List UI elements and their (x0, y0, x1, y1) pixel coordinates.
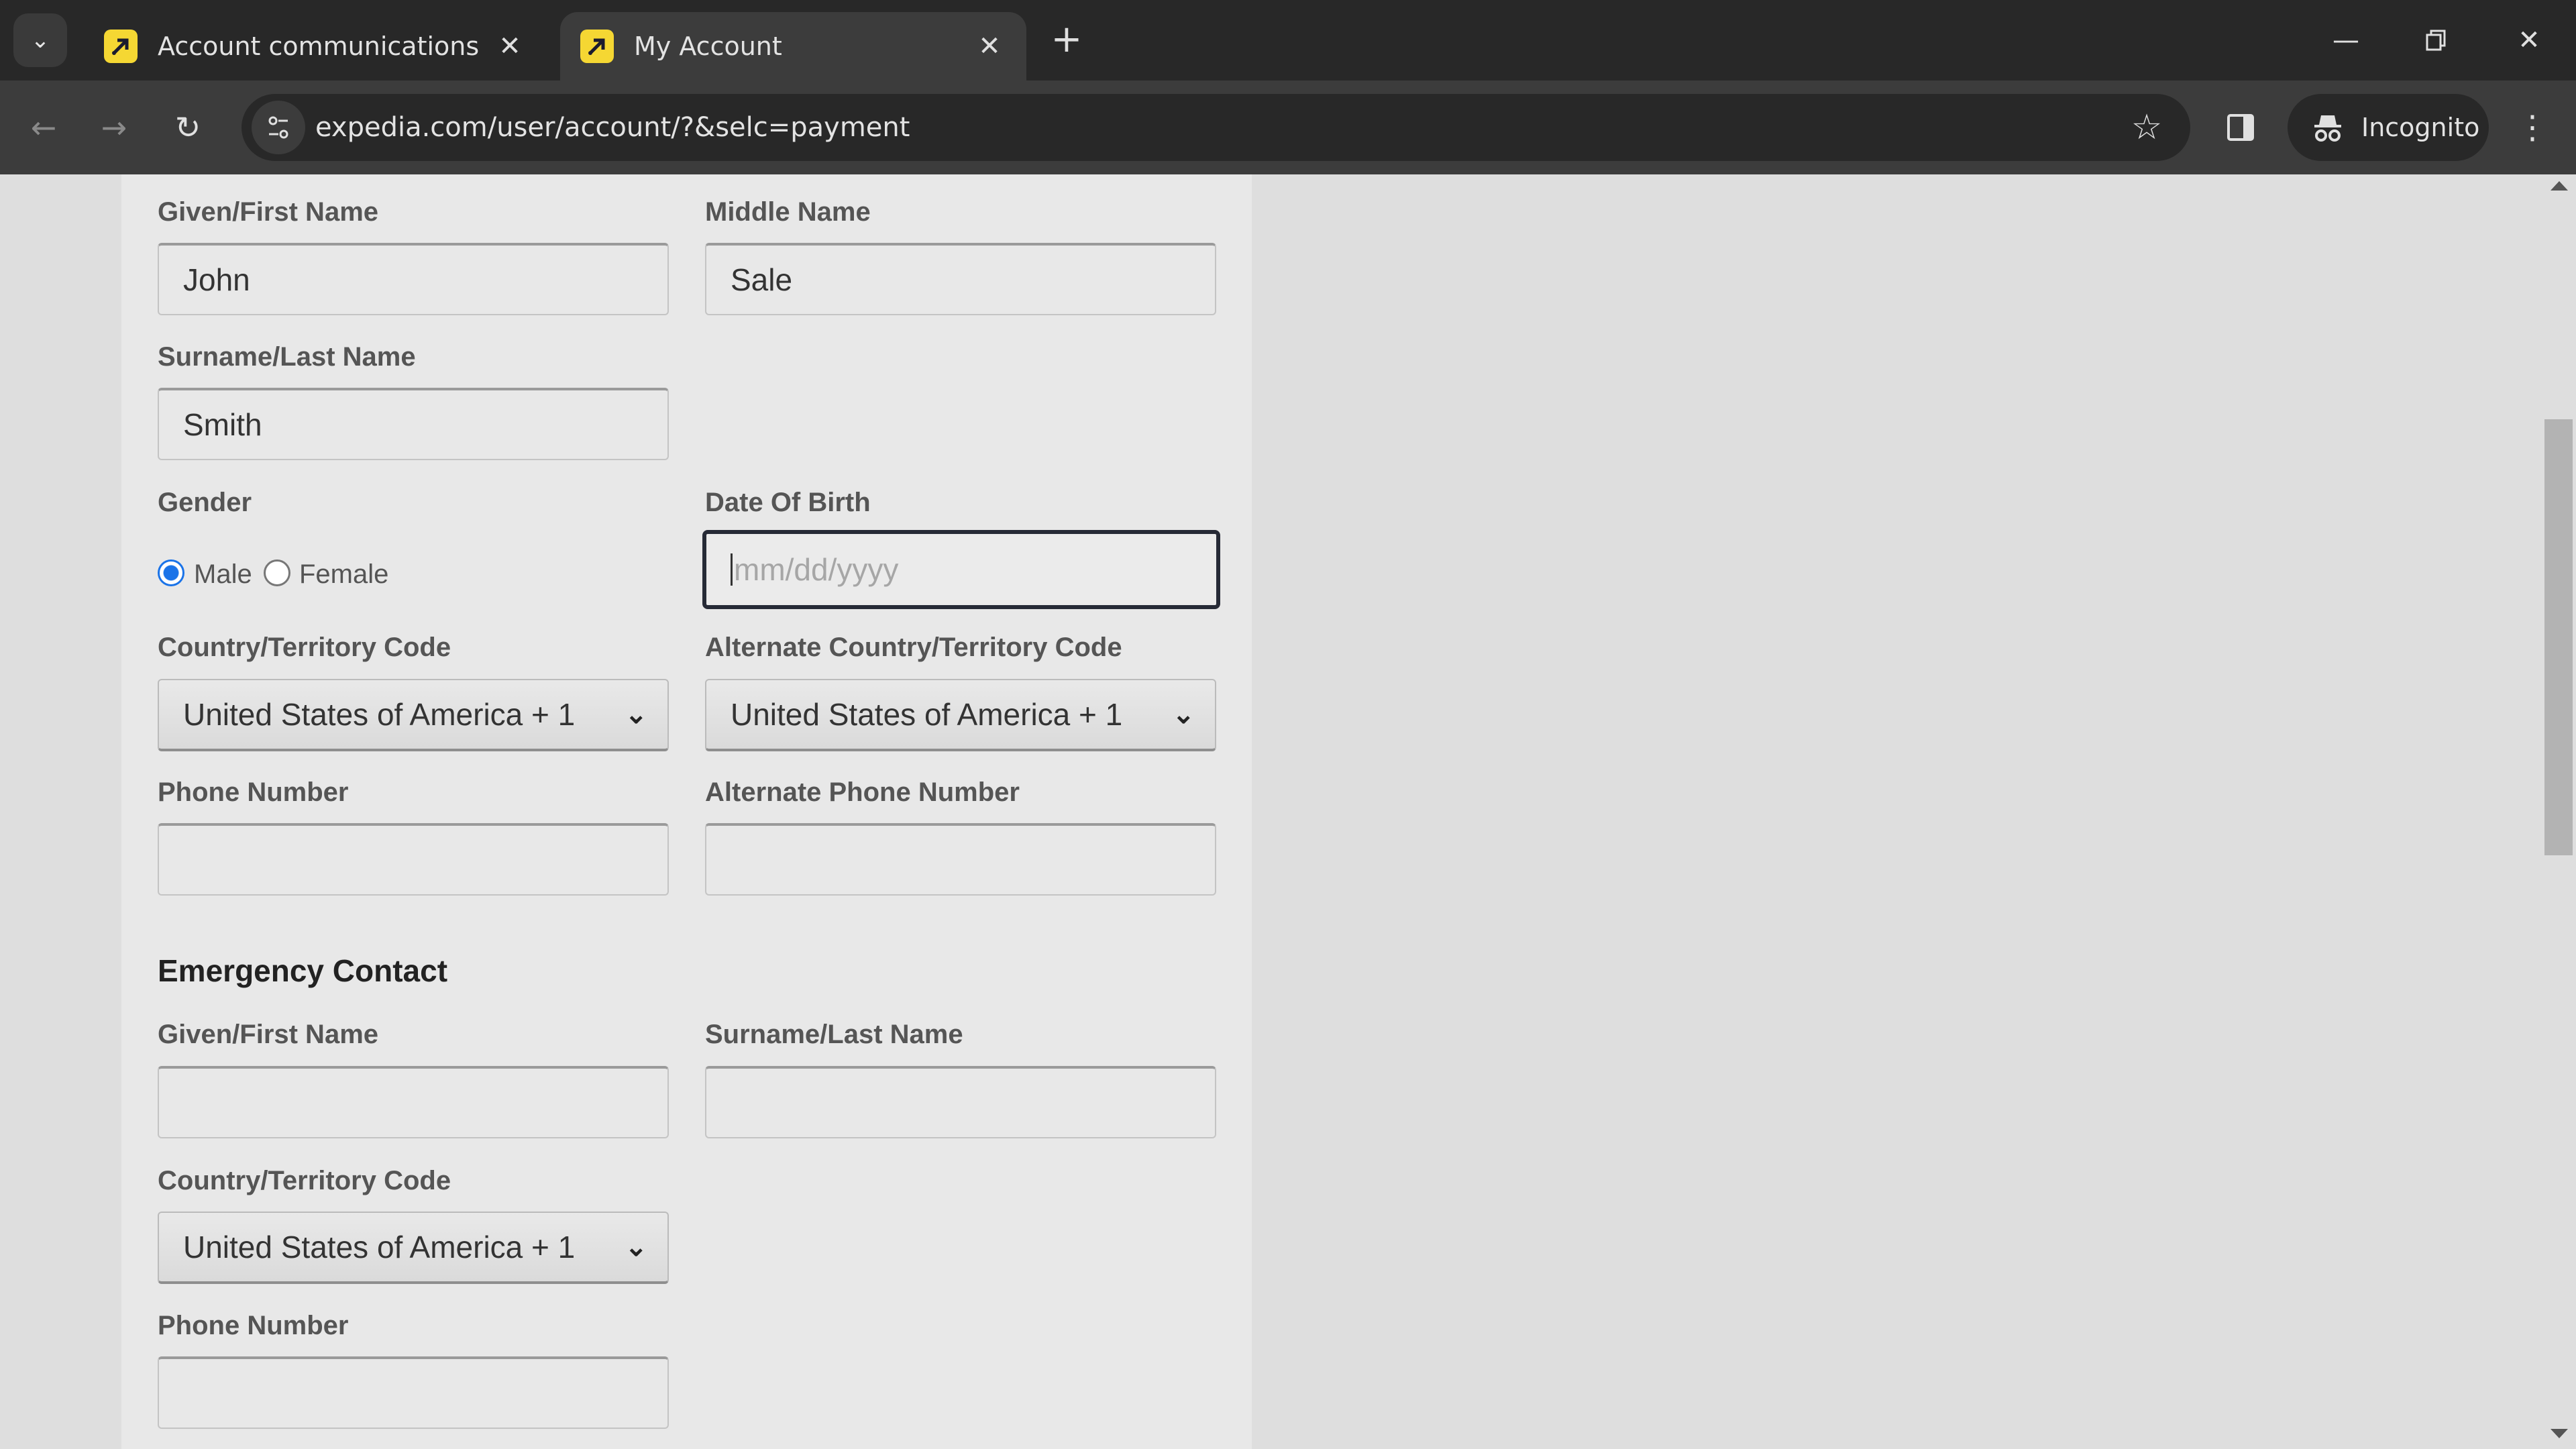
emergency-contact-heading: Emergency Contact (158, 953, 448, 988)
country-code-value: United States of America + 1 (183, 697, 576, 732)
chevron-down-icon: ⌄ (625, 1232, 647, 1262)
middle-name-input[interactable]: Sale (705, 243, 1216, 315)
vertical-scrollbar[interactable] (2542, 174, 2576, 1449)
first-name-input[interactable]: John (158, 243, 669, 315)
phone-label: Phone Number (158, 777, 349, 807)
dob-input[interactable]: mm/dd/yyyy (702, 530, 1220, 609)
side-panel-button[interactable] (2214, 101, 2267, 154)
tab-search-button[interactable]: ⌄ (13, 13, 67, 67)
close-window-button[interactable]: ✕ (2496, 13, 2563, 67)
new-tab-button[interactable]: + (1046, 17, 1087, 61)
url-text[interactable]: expedia.com/user/account/?&selc=payment (315, 107, 910, 148)
emergency-last-name-label: Surname/Last Name (705, 1020, 963, 1049)
bookmark-star-icon[interactable]: ☆ (2120, 101, 2174, 154)
tune-icon (268, 116, 288, 139)
close-icon: ✕ (2518, 25, 2540, 56)
alt-country-code-select[interactable]: United States of America + 1 ⌄ (705, 679, 1216, 751)
chevron-down-icon: ⌄ (30, 28, 50, 53)
gender-female-label[interactable]: Female (299, 559, 388, 590)
incognito-indicator[interactable]: Incognito (2288, 94, 2489, 161)
restore-icon (2426, 30, 2446, 51)
emergency-country-code-select[interactable]: United States of America + 1 ⌄ (158, 1212, 669, 1284)
alt-country-code-value: United States of America + 1 (731, 697, 1123, 732)
chevron-down-icon: ⌄ (1172, 700, 1195, 729)
reload-icon: ↻ (174, 109, 201, 146)
minimize-button[interactable]: — (2312, 13, 2379, 67)
last-name-input[interactable]: Smith (158, 388, 669, 460)
first-name-label: Given/First Name (158, 197, 379, 227)
middle-name-label: Middle Name (705, 197, 871, 227)
alt-phone-input[interactable] (705, 823, 1216, 896)
emergency-country-code-label: Country/Territory Code (158, 1166, 451, 1195)
text-caret (731, 553, 733, 586)
incognito-label: Incognito (2361, 113, 2480, 142)
tab-my-account[interactable]: My Account ✕ (560, 12, 1026, 80)
last-name-value: Smith (183, 407, 262, 442)
emergency-country-code-value: United States of America + 1 (183, 1230, 576, 1265)
expedia-favicon-icon (580, 30, 614, 63)
gender-female-radio[interactable] (264, 559, 290, 586)
alt-country-code-label: Alternate Country/Territory Code (705, 633, 1122, 662)
middle-name-value: Sale (731, 262, 793, 297)
browser-menu-button[interactable]: ⋮ (2506, 101, 2559, 154)
gender-label: Gender (158, 488, 252, 517)
forward-button[interactable]: → (87, 101, 141, 154)
close-tab-icon[interactable]: ✕ (493, 31, 527, 62)
gender-male-radio[interactable] (158, 559, 184, 586)
scrollbar-thumb[interactable] (2544, 419, 2573, 855)
tab-title: Account communications (158, 32, 480, 61)
arrow-left-icon: ← (30, 109, 57, 146)
emergency-first-name-input[interactable] (158, 1066, 669, 1138)
scroll-up-arrow-icon[interactable] (2551, 181, 2568, 191)
dob-placeholder: mm/dd/yyyy (734, 552, 899, 587)
arrow-right-icon: → (101, 109, 127, 146)
back-button[interactable]: ← (17, 101, 70, 154)
dob-label: Date Of Birth (705, 488, 871, 517)
alt-phone-label: Alternate Phone Number (705, 777, 1020, 807)
close-tab-icon[interactable]: ✕ (973, 31, 1006, 62)
country-code-select[interactable]: United States of America + 1 ⌄ (158, 679, 669, 751)
expedia-favicon-icon (104, 30, 138, 63)
tab-title: My Account (634, 32, 782, 61)
emergency-phone-label: Phone Number (158, 1311, 349, 1340)
tab-strip: ⌄ Account communications ✕ My Account ✕ … (0, 0, 2576, 80)
traveler-info-form: Given/First Name John Middle Name Sale S… (121, 174, 1252, 1449)
emergency-last-name-input[interactable] (705, 1066, 1216, 1138)
chevron-down-icon: ⌄ (625, 700, 647, 729)
reload-button[interactable]: ↻ (161, 101, 215, 154)
phone-input[interactable] (158, 823, 669, 896)
minimize-icon: — (2332, 25, 2359, 56)
restore-button[interactable] (2403, 13, 2470, 67)
emergency-phone-input[interactable] (158, 1356, 669, 1429)
side-panel-icon (2227, 114, 2254, 141)
country-code-label: Country/Territory Code (158, 633, 451, 662)
first-name-value: John (183, 262, 250, 297)
page-content: Given/First Name John Middle Name Sale S… (0, 174, 2576, 1449)
tab-account-communications[interactable]: Account communications ✕ (84, 12, 547, 80)
emergency-first-name-label: Given/First Name (158, 1020, 379, 1049)
more-vertical-icon: ⋮ (2516, 109, 2548, 146)
scroll-down-arrow-icon[interactable] (2551, 1429, 2568, 1438)
incognito-icon (2314, 115, 2341, 142)
site-info-button[interactable] (252, 101, 305, 154)
gender-male-label[interactable]: Male (194, 559, 252, 590)
last-name-label: Surname/Last Name (158, 342, 416, 372)
